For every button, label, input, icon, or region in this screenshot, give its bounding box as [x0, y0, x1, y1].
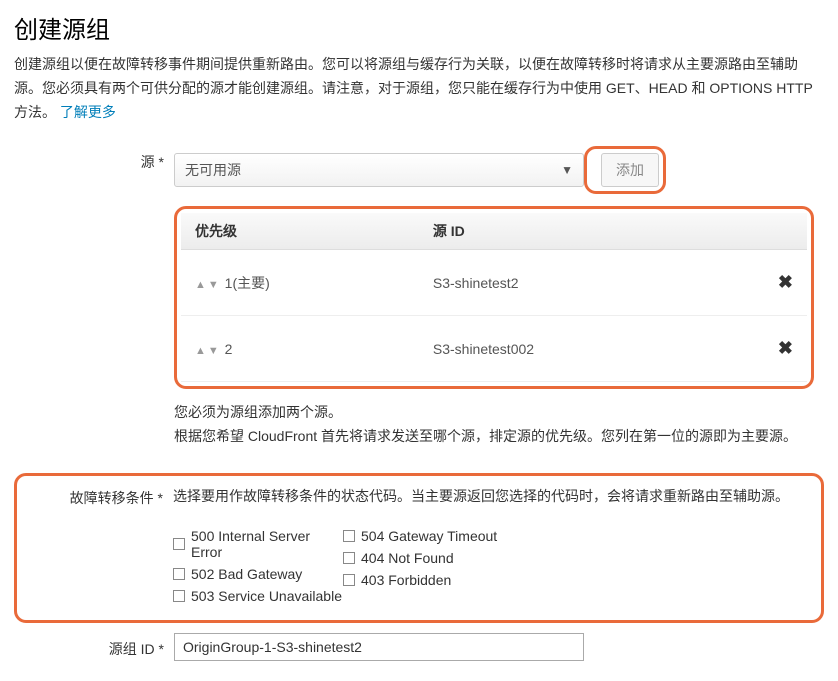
- origin-id-value: S3-shinetest2: [419, 250, 719, 316]
- chevron-down-icon: ▼: [561, 163, 573, 177]
- table-row: ▲▼ 1(主要) S3-shinetest2 ✖: [181, 250, 807, 316]
- move-down-icon[interactable]: ▼: [208, 345, 219, 357]
- remove-icon[interactable]: ✖: [778, 272, 793, 292]
- col-priority: 优先级: [181, 213, 419, 250]
- failover-row: 故障转移条件 * 选择要用作故障转移条件的状态代码。当主要源返回您选择的代码时，…: [21, 482, 817, 610]
- add-origin-button[interactable]: 添加: [601, 153, 659, 187]
- origins-table-highlight: 优先级 源 ID ▲▼ 1(主要) S3-shinetest2 ✖: [174, 206, 814, 389]
- page-title: 创建源组: [14, 10, 824, 45]
- failover-description: 选择要用作故障转移条件的状态代码。当主要源返回您选择的代码时，会将请求重新路由至…: [173, 486, 817, 506]
- origins-hint-line2: 根据您希望 CloudFront 首先将请求发送至哪个源，排定源的优先级。您列在…: [174, 425, 824, 449]
- origins-row: 源 * 无可用源 ▼ 添加 优先级 源 ID: [14, 146, 824, 463]
- checkbox-icon: [173, 568, 185, 580]
- checkbox-502[interactable]: 502 Bad Gateway: [173, 566, 343, 582]
- checkbox-icon: [343, 552, 355, 564]
- page-description-text: 创建源组以便在故障转移事件期间提供重新路由。您可以将源组与缓存行为关联，以便在故…: [14, 56, 813, 120]
- origins-hint-line1: 您必须为源组添加两个源。: [174, 401, 824, 425]
- origins-select-value: 无可用源: [185, 160, 241, 180]
- learn-more-link[interactable]: 了解更多: [60, 104, 116, 120]
- priority-value: 1(主要): [225, 275, 270, 291]
- checkbox-500[interactable]: 500 Internal Server Error: [173, 528, 343, 560]
- checkbox-404[interactable]: 404 Not Found: [343, 550, 513, 566]
- remove-icon[interactable]: ✖: [778, 338, 793, 358]
- checkbox-504[interactable]: 504 Gateway Timeout: [343, 528, 513, 544]
- group-id-input[interactable]: [174, 633, 584, 661]
- page-description: 创建源组以便在故障转移事件期间提供重新路由。您可以将源组与缓存行为关联，以便在故…: [14, 53, 824, 124]
- origins-hint: 您必须为源组添加两个源。 根据您希望 CloudFront 首先将请求发送至哪个…: [174, 401, 824, 449]
- group-id-row: 源组 ID *: [14, 633, 824, 661]
- origins-select[interactable]: 无可用源 ▼: [174, 153, 584, 187]
- checkbox-icon: [173, 538, 185, 550]
- checkbox-icon: [343, 574, 355, 586]
- move-up-icon[interactable]: ▲: [195, 345, 206, 357]
- move-down-icon[interactable]: ▼: [208, 279, 219, 291]
- origin-id-value: S3-shinetest002: [419, 316, 719, 382]
- group-id-label: 源组 ID *: [14, 633, 174, 661]
- origins-table: 优先级 源 ID ▲▼ 1(主要) S3-shinetest2 ✖: [181, 213, 807, 382]
- table-row: ▲▼ 2 S3-shinetest002 ✖: [181, 316, 807, 382]
- failover-highlight: 故障转移条件 * 选择要用作故障转移条件的状态代码。当主要源返回您选择的代码时，…: [14, 473, 824, 623]
- priority-value: 2: [225, 341, 233, 357]
- origins-label: 源 *: [14, 146, 174, 463]
- checkbox-icon: [343, 530, 355, 542]
- col-origin-id: 源 ID: [419, 213, 719, 250]
- checkbox-403[interactable]: 403 Forbidden: [343, 572, 513, 588]
- checkbox-icon: [173, 590, 185, 602]
- move-up-icon[interactable]: ▲: [195, 279, 206, 291]
- failover-label: 故障转移条件 *: [21, 482, 173, 610]
- checkbox-503[interactable]: 503 Service Unavailable: [173, 588, 343, 604]
